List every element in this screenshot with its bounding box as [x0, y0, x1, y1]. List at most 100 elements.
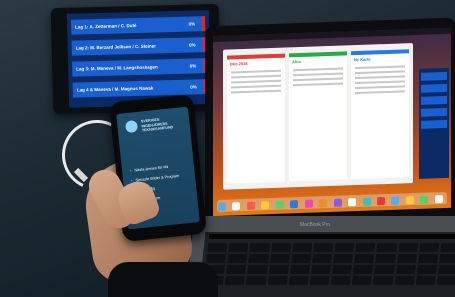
laptop-screen: Blio 2018 Abio Ny Karte: [213, 27, 451, 217]
key[interactable]: [270, 243, 291, 252]
dock-app-icon[interactable]: [304, 199, 313, 208]
key[interactable]: [207, 243, 228, 252]
key[interactable]: [330, 276, 351, 285]
results-bar: [421, 107, 447, 117]
key[interactable]: [437, 265, 455, 274]
kanban-card[interactable]: [231, 69, 281, 74]
key[interactable]: [417, 254, 438, 263]
key[interactable]: [352, 276, 373, 285]
phone-menu-item[interactable]: Nästa ämnen för Mii: [130, 165, 168, 173]
dock-app-icon[interactable]: [275, 200, 284, 209]
key[interactable]: [332, 265, 353, 274]
touch-bar[interactable]: [208, 234, 455, 239]
key[interactable]: [375, 254, 396, 263]
kanban-card[interactable]: [355, 85, 405, 90]
key[interactable]: [247, 265, 268, 274]
kanban-card[interactable]: [293, 77, 343, 82]
dock-app-icon[interactable]: [261, 201, 270, 210]
dock-app-icon[interactable]: [333, 198, 342, 207]
key[interactable]: [376, 243, 397, 252]
key[interactable]: [353, 265, 374, 274]
key[interactable]: [416, 265, 437, 274]
dock-app-icon[interactable]: [405, 196, 414, 205]
key-row: [200, 274, 455, 285]
monitor-row-pct: 0%: [190, 84, 197, 90]
dock-app-icon[interactable]: [391, 196, 400, 205]
key[interactable]: [354, 254, 375, 263]
dock-app-icon[interactable]: [246, 201, 255, 210]
key[interactable]: [374, 265, 395, 274]
kanban-card[interactable]: [293, 67, 343, 72]
kanban-column[interactable]: Abio: [289, 51, 347, 182]
kanban-card[interactable]: [355, 75, 405, 80]
kanban-card[interactable]: [355, 90, 405, 95]
results-bar: [421, 119, 447, 129]
key[interactable]: [395, 265, 416, 274]
key[interactable]: [228, 243, 249, 252]
key[interactable]: [309, 276, 330, 285]
kanban-column[interactable]: Ny Karte: [351, 49, 409, 180]
key[interactable]: [333, 254, 354, 263]
monitor-row-label: Lag 1: A. Zetterman / C. Dufé: [75, 22, 137, 30]
dock-app-icon[interactable]: [232, 202, 241, 211]
key[interactable]: [267, 276, 288, 285]
dock-app-icon[interactable]: [319, 199, 328, 208]
kanban-column[interactable]: Blio 2018: [227, 53, 285, 184]
key[interactable]: [334, 243, 355, 252]
key[interactable]: [394, 276, 415, 285]
key[interactable]: [373, 276, 394, 285]
laptop-keyboard[interactable]: [198, 232, 455, 297]
kanban-card[interactable]: [355, 70, 405, 75]
kanban-card[interactable]: [231, 84, 281, 89]
monitor-row-label: Lag 3: M. Maneva / M. Langshoskagen: [76, 64, 158, 72]
dock-app-icon[interactable]: [218, 202, 226, 211]
key[interactable]: [246, 276, 267, 285]
app-logo-icon: [124, 119, 139, 134]
mac-dock: [217, 191, 447, 212]
key[interactable]: [288, 276, 309, 285]
dock-app-icon[interactable]: [290, 200, 299, 209]
key[interactable]: [312, 254, 333, 263]
key[interactable]: [419, 243, 440, 252]
key[interactable]: [227, 254, 248, 263]
dock-app-icon[interactable]: [434, 195, 443, 204]
monitor-row-label: Lag 4 & Maneva / M. Magnus Nawak: [76, 85, 154, 93]
key[interactable]: [440, 243, 455, 252]
kanban-card[interactable]: [293, 72, 343, 77]
key[interactable]: [226, 265, 247, 274]
key[interactable]: [248, 254, 269, 263]
monitor-row: Lag 1: A. Zetterman / C. Dufé 0%: [70, 16, 206, 35]
key[interactable]: [310, 265, 331, 274]
key[interactable]: [289, 265, 310, 274]
kanban-card[interactable]: [293, 82, 343, 87]
laptop-brand-label: MacBook Pro: [300, 222, 331, 228]
key[interactable]: [206, 254, 227, 263]
kanban-card[interactable]: [231, 89, 281, 94]
dock-app-icon[interactable]: [420, 195, 429, 204]
kanban-card[interactable]: [231, 79, 281, 84]
kanban-card[interactable]: [231, 74, 281, 79]
key[interactable]: [268, 265, 289, 274]
key[interactable]: [396, 254, 417, 263]
dock-app-icon[interactable]: [362, 197, 371, 206]
key[interactable]: [290, 254, 311, 263]
key-row: [203, 241, 455, 252]
monitor-row-pct: 0%: [189, 42, 196, 48]
kanban-app-window[interactable]: Blio 2018 Abio Ny Karte: [223, 43, 413, 190]
kanban-card[interactable]: [355, 65, 405, 70]
key[interactable]: [436, 276, 455, 285]
key[interactable]: [415, 276, 436, 285]
key[interactable]: [355, 243, 376, 252]
key[interactable]: [439, 254, 455, 263]
key[interactable]: [292, 243, 313, 252]
key[interactable]: [269, 254, 290, 263]
key[interactable]: [225, 276, 246, 285]
mac-menubar: [213, 27, 451, 43]
kanban-card[interactable]: [355, 80, 405, 85]
dock-app-icon[interactable]: [348, 198, 357, 207]
kanban-column-title: Ny Karte: [354, 56, 371, 63]
key[interactable]: [313, 243, 334, 252]
dock-app-icon[interactable]: [376, 197, 385, 206]
key[interactable]: [249, 243, 270, 252]
key[interactable]: [397, 243, 418, 252]
